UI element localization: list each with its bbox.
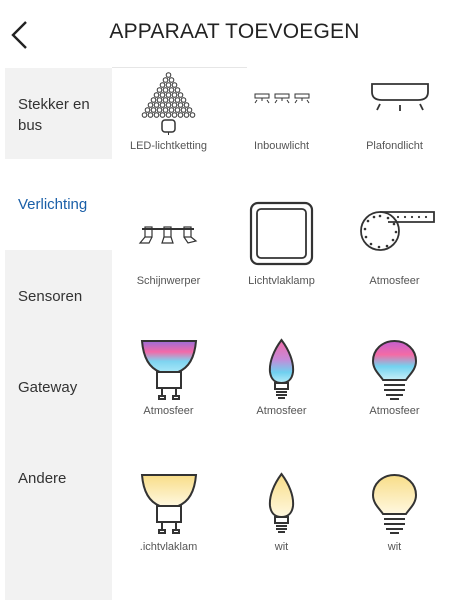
led-string-icon bbox=[141, 72, 196, 135]
candle-white-bulb-icon bbox=[268, 472, 295, 533]
sidebar-item-label: Gateway bbox=[18, 379, 78, 396]
device-tile-wit-bulb[interactable]: wit bbox=[338, 472, 451, 600]
device-label: Atmosfeer bbox=[369, 275, 420, 287]
device-label: LED-lichtketting bbox=[129, 140, 208, 152]
sidebar-item-sensoren[interactable]: Sensoren bbox=[5, 250, 112, 341]
sidebar-item-label: Verlichting bbox=[18, 196, 88, 213]
recessed-light-icon bbox=[254, 93, 310, 104]
device-tile-atmosfeer-strip[interactable]: Atmosfeer bbox=[338, 201, 451, 334]
device-label: Atmosfeer bbox=[369, 405, 420, 417]
device-label: .ichtvlaklam bbox=[139, 541, 198, 553]
spotlight-icon bbox=[138, 226, 198, 244]
device-tile-wit-candle[interactable]: wit bbox=[225, 472, 338, 600]
sidebar-item-label: Stekker en bus bbox=[18, 96, 90, 134]
candle-color-bulb-icon bbox=[268, 338, 295, 399]
device-tile-atmosfeer-gu10[interactable]: Atmosfeer bbox=[112, 338, 225, 471]
device-label: Inbouwlicht bbox=[253, 140, 310, 152]
device-label: Lichtvlaklamp bbox=[248, 275, 315, 287]
device-label: Schijnwerper bbox=[136, 275, 201, 287]
device-tile-lichtvlaklamp[interactable]: Lichtvlaklamp bbox=[225, 201, 338, 334]
color-bulb-icon bbox=[371, 339, 418, 400]
device-tile-atmosfeer-bulb[interactable]: Atmosfeer bbox=[338, 338, 451, 471]
header-bar: APPARAAT TOEVOEGEN bbox=[0, 0, 451, 68]
white-bulb-icon bbox=[371, 473, 418, 534]
sidebar-item-gateway[interactable]: Gateway bbox=[5, 341, 112, 432]
gu10-color-bulb-icon bbox=[140, 340, 198, 400]
device-tile-plafondlicht[interactable]: Plafondlicht bbox=[338, 68, 451, 201]
sidebar-item-label: Andere bbox=[18, 470, 67, 487]
device-tile-inbouwlicht[interactable]: Inbouwlicht bbox=[225, 68, 338, 201]
device-tile-lichtvlaklam[interactable]: .ichtvlaklam bbox=[112, 472, 225, 600]
sidebar-item-label: Sensoren bbox=[18, 288, 83, 305]
category-sidebar: Stekker en bus Verlichting Sensoren Gate… bbox=[5, 68, 112, 600]
device-label: Atmosfeer bbox=[143, 405, 194, 417]
ceiling-light-icon bbox=[371, 83, 429, 111]
device-label: Plafondlicht bbox=[366, 140, 423, 152]
device-grid: LED-lichtketting Inbouwlicht Plafondlich bbox=[112, 68, 451, 600]
device-tile-led-lichtketting[interactable]: LED-lichtketting bbox=[112, 68, 225, 201]
light-panel-icon bbox=[249, 201, 314, 266]
sidebar-item-andere[interactable]: Andere bbox=[5, 432, 112, 600]
device-label: wit bbox=[387, 541, 402, 553]
sidebar-item-stekker-en-bus[interactable]: Stekker en bus bbox=[5, 68, 112, 159]
page-title: APPARAAT TOEVOEGEN bbox=[109, 20, 360, 43]
device-tile-atmosfeer-candle[interactable]: Atmosfeer bbox=[225, 338, 338, 471]
gu10-white-bulb-icon bbox=[140, 474, 198, 534]
sidebar-item-verlichting[interactable]: Verlichting bbox=[5, 159, 112, 250]
device-label: Atmosfeer bbox=[256, 405, 307, 417]
light-strip-icon bbox=[360, 211, 435, 251]
device-tile-schijnwerper[interactable]: Schijnwerper bbox=[112, 201, 225, 334]
device-label: wit bbox=[274, 541, 289, 553]
